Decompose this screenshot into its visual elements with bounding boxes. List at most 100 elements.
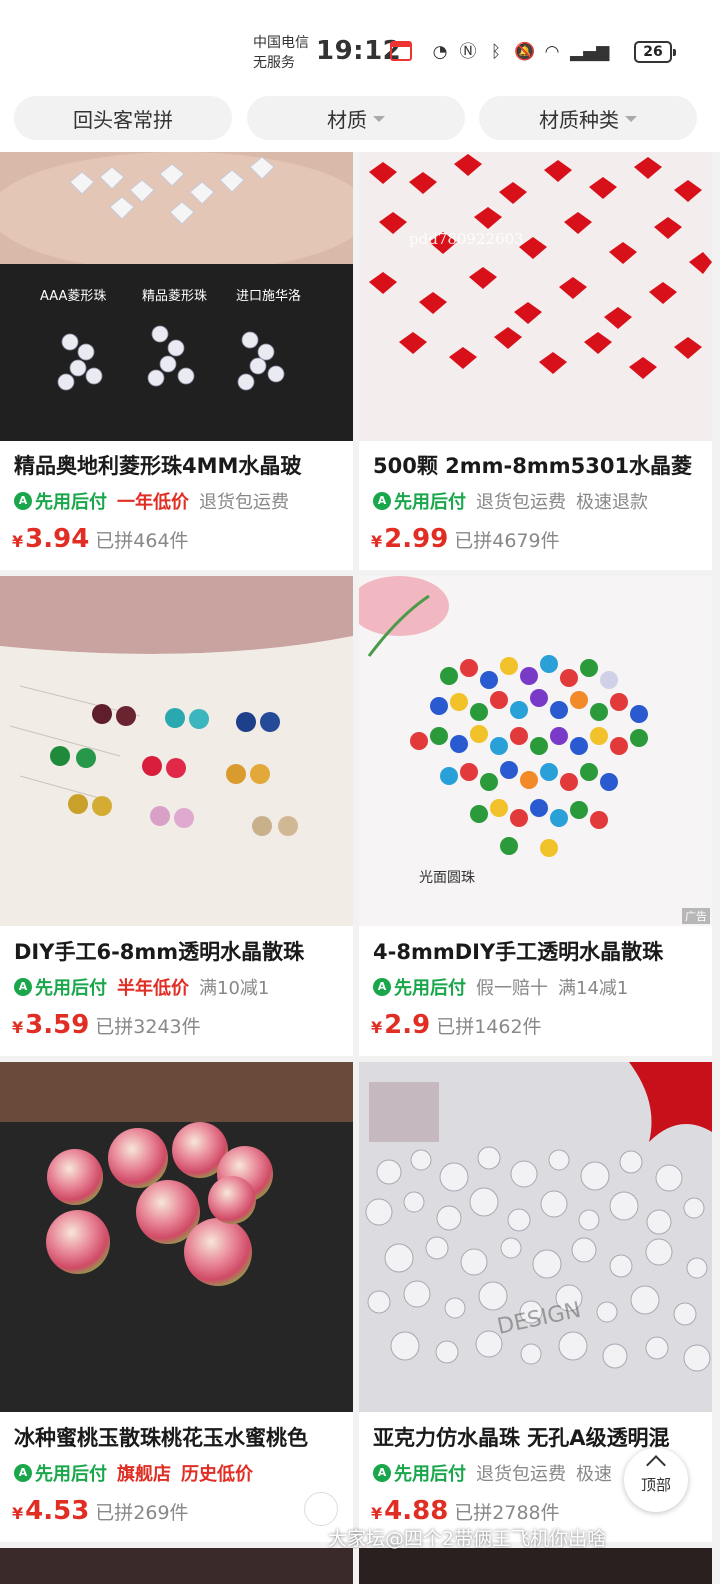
product-image[interactable]: 光面圆珠 广告 bbox=[359, 576, 712, 926]
pay-later-tag: A 先用后付 bbox=[373, 974, 466, 1000]
price-row: ¥ 4.88 已拼2788件 bbox=[371, 1496, 560, 1526]
chevron-up-icon bbox=[646, 1455, 666, 1475]
sold-count: 已拼2788件 bbox=[454, 1502, 560, 1524]
pay-later-icon: A bbox=[14, 492, 32, 510]
product-image[interactable]: DESIGN bbox=[359, 1062, 712, 1412]
filter-chip-label: 回头客常拼 bbox=[73, 107, 173, 132]
price-row: ¥ 2.9 已拼1462件 bbox=[371, 1010, 542, 1040]
product-tags: A 先用后付 退货包运费 极速 bbox=[373, 1460, 612, 1486]
mute-icon: 🔕 bbox=[514, 42, 536, 62]
product-image[interactable]: AAA菱形珠 精品菱形珠 进口施华洛 bbox=[0, 152, 353, 441]
filter-bar: 回头客常拼 材质 材质种类 bbox=[0, 90, 720, 152]
price-value: 3.94 bbox=[25, 524, 90, 554]
sold-count: 已拼3243件 bbox=[95, 1016, 201, 1038]
tag-label: 一年低价 bbox=[117, 492, 189, 513]
filter-chip-label: 材质 bbox=[327, 107, 367, 132]
tag-label: 满10减1 bbox=[199, 978, 270, 999]
pay-later-tag: A 先用后付 bbox=[14, 488, 107, 514]
product-tags: A 先用后付 半年低价 满10减1 bbox=[14, 974, 269, 1000]
price-row: ¥ 2.99 已拼4679件 bbox=[371, 524, 560, 554]
product-card[interactable]: 光面圆珠 广告 4-8mmDIY手工透明水晶散珠 A 先用后付 假一赔十 满14减… bbox=[359, 576, 712, 1056]
product-title: DIY手工6-8mm透明水晶散珠 bbox=[14, 940, 305, 964]
currency-symbol: ¥ bbox=[371, 1018, 383, 1037]
tag-label: 半年低价 bbox=[117, 978, 189, 999]
product-title: 500颗 2mm-8mm5301水晶菱 bbox=[373, 454, 693, 478]
price-value: 2.99 bbox=[384, 524, 449, 554]
carrier-name: 中国电信 bbox=[253, 35, 309, 51]
product-tags: A 先用后付 一年低价 退货包运费 bbox=[14, 488, 289, 514]
image-watermark: pdd780922603 bbox=[409, 230, 524, 248]
filter-chip-returning[interactable]: 回头客常拼 bbox=[14, 96, 232, 140]
pay-later-tag: A 先用后付 bbox=[14, 1460, 107, 1486]
price-value: 3.59 bbox=[25, 1010, 90, 1040]
product-title: 4-8mmDIY手工透明水晶散珠 bbox=[373, 940, 664, 964]
product-image[interactable] bbox=[0, 1062, 353, 1412]
currency-symbol: ¥ bbox=[12, 1504, 24, 1523]
product-image[interactable] bbox=[0, 576, 353, 926]
tag-label: 满14减1 bbox=[558, 978, 629, 999]
currency-symbol: ¥ bbox=[12, 532, 24, 551]
price-row: ¥ 3.94 已拼464件 bbox=[12, 524, 189, 554]
price-row: ¥ 4.53 已拼269件 bbox=[12, 1496, 189, 1526]
pay-later-icon: A bbox=[14, 1464, 32, 1482]
tag-label: 旗舰店 bbox=[117, 1464, 171, 1485]
product-tags: A 先用后付 假一赔十 满14减1 bbox=[373, 974, 628, 1000]
pay-later-icon: A bbox=[373, 492, 391, 510]
tag-label: 先用后付 bbox=[394, 978, 466, 999]
price-value: 4.53 bbox=[25, 1496, 90, 1526]
image-label: 进口施华洛 bbox=[236, 289, 301, 304]
tag-label: 先用后付 bbox=[35, 978, 107, 999]
status-icons: ◔ Ⓝ ᛒ 🔕 ◠ ▂▄▆ bbox=[430, 40, 610, 64]
product-title: 精品奥地利菱形珠4MM水晶玻 bbox=[14, 454, 302, 478]
product-title: 冰种蜜桃玉散珠桃花玉水蜜桃色 bbox=[14, 1426, 308, 1450]
filter-chip-material-type[interactable]: 材质种类 bbox=[479, 96, 697, 140]
product-card[interactable]: 冰种蜜桃玉散珠桃花玉水蜜桃色 A 先用后付 旗舰店 历史低价 ¥ 4.53 已拼2… bbox=[0, 1062, 353, 1542]
sold-count: 已拼269件 bbox=[95, 1502, 189, 1524]
product-card[interactable]: DIY手工6-8mm透明水晶散珠 A 先用后付 半年低价 满10减1 ¥ 3.59… bbox=[0, 576, 353, 1056]
tag-label: 极速 bbox=[576, 1464, 612, 1485]
sold-count: 已拼464件 bbox=[95, 530, 189, 552]
image-label: 精品菱形珠 bbox=[142, 289, 207, 304]
tag-label: 极速退款 bbox=[576, 492, 648, 513]
wifi-icon: ◠ bbox=[544, 42, 560, 62]
pay-later-tag: A 先用后付 bbox=[14, 974, 107, 1000]
back-to-top-label: 顶部 bbox=[640, 1476, 671, 1494]
shop-avatar[interactable] bbox=[304, 1492, 338, 1526]
pay-later-icon: A bbox=[373, 1464, 391, 1482]
tag-label: 退货包运费 bbox=[199, 492, 289, 513]
product-card[interactable] bbox=[0, 1548, 353, 1584]
sold-count: 已拼1462件 bbox=[436, 1016, 542, 1038]
product-tags: A 先用后付 旗舰店 历史低价 bbox=[14, 1460, 253, 1486]
speed-icon: ◔ bbox=[432, 42, 448, 62]
back-to-top-button[interactable]: 顶部 bbox=[624, 1448, 688, 1512]
signal-icon: ▂▄▆ bbox=[570, 42, 610, 62]
ad-badge: 广告 bbox=[682, 908, 710, 924]
pay-later-icon: A bbox=[14, 978, 32, 996]
image-label: 光面圆珠 bbox=[419, 870, 475, 886]
product-card[interactable]: AAA菱形珠 精品菱形珠 进口施华洛 精品奥地利菱形珠4MM水晶玻 A 先用后付 … bbox=[0, 152, 353, 570]
pay-later-icon: A bbox=[373, 978, 391, 996]
product-card[interactable]: pdd780922603 500颗 2mm-8mm5301水晶菱 A 先用后付 退… bbox=[359, 152, 712, 570]
product-tags: A 先用后付 退货包运费 极速退款 bbox=[373, 488, 648, 514]
currency-symbol: ¥ bbox=[12, 1018, 24, 1037]
dropdown-caret-icon bbox=[373, 116, 385, 122]
tag-label: 先用后付 bbox=[35, 492, 107, 513]
tag-label: 先用后付 bbox=[394, 492, 466, 513]
watermark: 大家坛@四个2带俩王飞机你出啥 bbox=[328, 1528, 607, 1550]
tag-label: 退货包运费 bbox=[476, 1464, 566, 1485]
carrier-info: 中国电信 无服务 bbox=[253, 33, 309, 73]
clock: 19:12 bbox=[316, 36, 402, 66]
filter-chip-material[interactable]: 材质 bbox=[247, 96, 465, 140]
battery-indicator: 26 bbox=[634, 41, 676, 63]
image-label: AAA菱形珠 bbox=[40, 289, 106, 304]
price-value: 4.88 bbox=[384, 1496, 449, 1526]
pay-later-tag: A 先用后付 bbox=[373, 1460, 466, 1486]
tag-label: 历史低价 bbox=[181, 1464, 253, 1485]
nfc-icon: Ⓝ bbox=[459, 42, 477, 62]
tag-label: 先用后付 bbox=[35, 1464, 107, 1485]
calendar-icon bbox=[390, 41, 412, 61]
bluetooth-icon: ᛒ bbox=[490, 42, 502, 62]
product-image[interactable]: pdd780922603 bbox=[359, 152, 712, 441]
pay-later-tag: A 先用后付 bbox=[373, 488, 466, 514]
product-card[interactable] bbox=[359, 1548, 712, 1584]
